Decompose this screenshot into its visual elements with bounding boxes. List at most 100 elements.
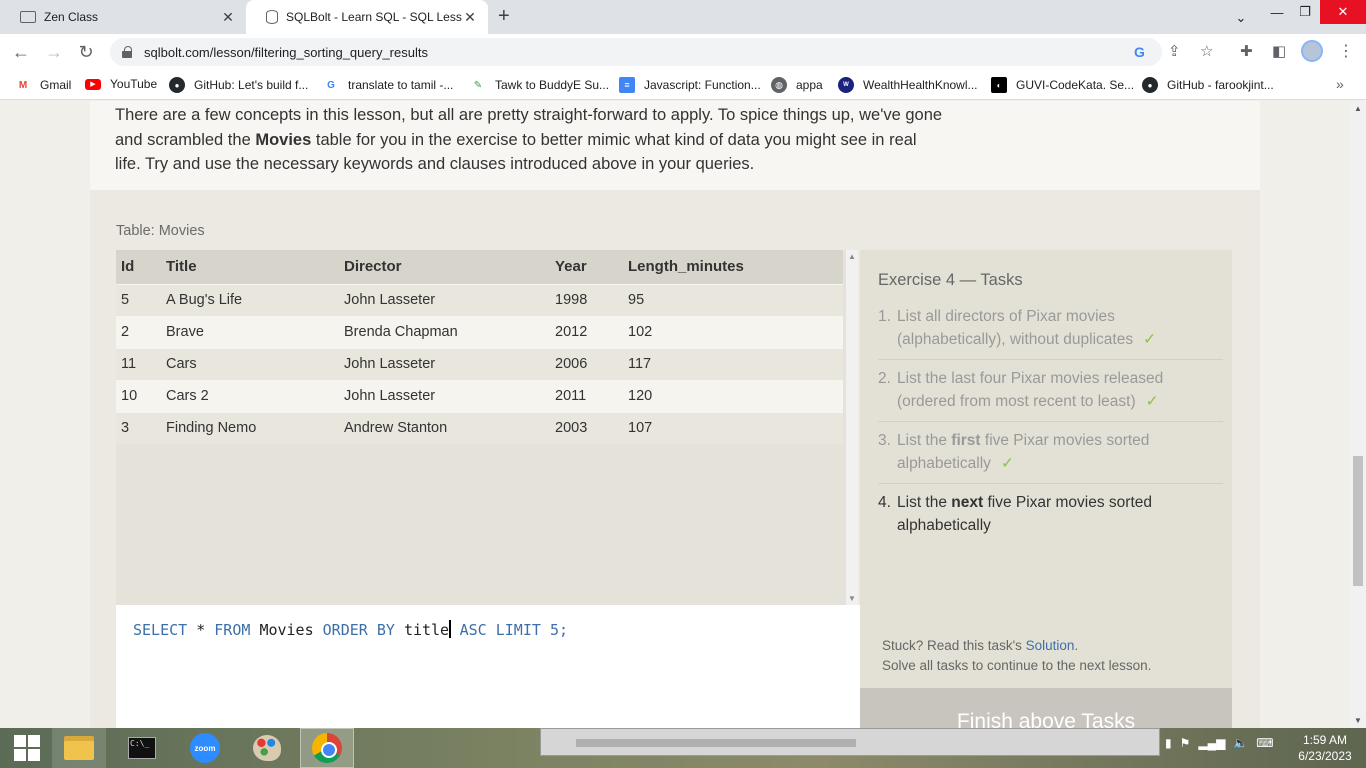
minimize-icon[interactable]: —	[1262, 0, 1292, 24]
bookmark-github-farook[interactable]: ● GitHub - farookjint...	[1142, 77, 1274, 93]
table-cell: 107	[623, 411, 843, 444]
windows-logo-icon	[14, 735, 40, 761]
paint-button[interactable]	[240, 728, 294, 768]
bookmark-github-build[interactable]: ● GitHub: Let's build f...	[169, 77, 308, 93]
bookmark-wealth[interactable]: W WealthHealthKnowl...	[838, 77, 978, 93]
taskbar-clock[interactable]: 1:59 AM 6/23/2023	[1285, 732, 1365, 764]
page-scrollbar[interactable]: ▲ ▼	[1350, 101, 1366, 728]
command-prompt-icon: C:\_	[128, 737, 156, 759]
more-menu-icon[interactable]: ⋮	[1338, 41, 1354, 61]
column-header: Director	[339, 250, 550, 284]
tab-title: Zen Class	[44, 10, 99, 24]
chrome-icon	[312, 733, 342, 763]
bookmark-label: Javascript: Function...	[644, 78, 761, 92]
tawk-icon: ✎	[473, 79, 483, 91]
bookmark-gmail[interactable]: M Gmail	[15, 77, 72, 93]
movies-emphasis: Movies	[255, 130, 312, 149]
back-icon[interactable]: ←	[9, 40, 33, 64]
new-tab-icon[interactable]: +	[498, 5, 510, 28]
table-cell: 3	[116, 411, 161, 444]
bookmark-javascript[interactable]: ≡ Javascript: Function...	[619, 77, 761, 93]
table-cell: 102	[623, 315, 843, 348]
zoom-button[interactable]: zoom	[178, 728, 232, 768]
bookmark-appa[interactable]: ◍ appa	[771, 77, 823, 93]
share-icon[interactable]: ⇪	[1168, 42, 1181, 60]
close-icon[interactable]: ✕	[220, 9, 236, 26]
extensions-icon[interactable]: ✚	[1240, 42, 1253, 60]
url-text[interactable]: sqlbolt.com/lesson/filtering_sorting_que…	[144, 45, 428, 60]
scroll-down-icon[interactable]: ▼	[1354, 716, 1362, 725]
task-item: 1. List all directors of Pixar movies (al…	[878, 306, 1223, 360]
volume-icon[interactable]: 🔈	[1233, 736, 1248, 750]
bookmark-star-icon[interactable]: ☆	[1200, 42, 1213, 60]
forward-icon[interactable]: →	[42, 40, 66, 64]
page-content: There are a few concepts in this lesson,…	[0, 101, 1350, 728]
file-explorer-button[interactable]	[52, 728, 106, 768]
bookmark-youtube[interactable]: ▶ YouTube	[85, 77, 157, 91]
table-label: Table: Movies	[116, 223, 205, 239]
task-item: 3. List the first five Pixar movies sorte…	[878, 430, 1223, 484]
close-icon[interactable]: ✕	[462, 9, 478, 26]
table-cell: Cars	[161, 347, 339, 380]
start-button[interactable]	[0, 728, 54, 768]
column-header: Year	[550, 250, 623, 284]
table-cell: 5	[116, 283, 161, 316]
sqlbolt-favicon	[266, 10, 278, 24]
google-translate-icon[interactable]: G	[1134, 44, 1145, 60]
bookmark-translate[interactable]: G translate to tamil -...	[323, 77, 453, 93]
clock-date: 6/23/2023	[1298, 749, 1352, 763]
network-icon[interactable]: ▂▄▆	[1198, 736, 1225, 750]
scrollbar-thumb[interactable]	[1353, 456, 1363, 586]
bookmark-label: GitHub: Let's build f...	[194, 78, 309, 92]
github-icon: ●	[169, 77, 185, 93]
flag-icon[interactable]: ⚑	[1180, 736, 1191, 750]
reload-icon[interactable]: ↻	[74, 40, 98, 64]
bookmarks-bar: M Gmail ▶ YouTube ● GitHub: Let's build …	[0, 70, 1366, 100]
table-cell: Brave	[161, 315, 339, 348]
column-header: Length_minutes	[623, 250, 843, 284]
bookmark-tawk[interactable]: ✎ Tawk to BuddyE Su...	[470, 77, 609, 93]
battery-icon[interactable]: ▮	[1165, 736, 1172, 750]
lesson-intro: There are a few concepts in this lesson,…	[115, 106, 943, 173]
scroll-up-icon[interactable]: ▲	[848, 252, 856, 261]
table-cell: 2011	[550, 379, 623, 412]
command-prompt-button[interactable]: C:\_	[115, 728, 169, 768]
window-close-icon[interactable]: ✕	[1320, 0, 1366, 24]
keyboard-icon[interactable]: ⌨	[1256, 736, 1273, 750]
column-header: Id	[116, 250, 161, 284]
solution-link[interactable]: Solution	[1026, 638, 1075, 653]
lock-icon[interactable]	[122, 46, 134, 58]
sql-query-text[interactable]: SELECT * FROM Movies ORDER BY title ASC …	[133, 620, 568, 639]
zoom-icon: zoom	[190, 733, 220, 763]
bookmark-label: GUVI-CodeKata. Se...	[1016, 78, 1135, 92]
profile-avatar[interactable]	[1301, 40, 1323, 62]
tab-sqlbolt[interactable]: SQLBolt - Learn SQL - SQL Lesson ✕	[246, 0, 488, 34]
restore-icon[interactable]: ❐	[1290, 0, 1320, 24]
scroll-down-icon[interactable]: ▼	[848, 594, 856, 603]
scroll-up-icon[interactable]: ▲	[1354, 104, 1362, 113]
bookmark-label: Tawk to BuddyE Su...	[495, 78, 610, 92]
window-preview-overlay	[540, 728, 1160, 756]
tab-search-icon[interactable]: ⌄	[1226, 6, 1256, 30]
chrome-button[interactable]	[300, 728, 354, 768]
table-cell: 2	[116, 315, 161, 348]
results-scrollbar[interactable]: ▲ ▼	[846, 250, 858, 605]
google-icon: G	[327, 79, 335, 91]
address-bar[interactable]: sqlbolt.com/lesson/filtering_sorting_que…	[110, 38, 1162, 66]
movies-table: Id Title Director Year Length_minutes 5 …	[116, 250, 843, 444]
side-panel-icon[interactable]: ◧	[1272, 42, 1286, 60]
paint-palette-icon	[253, 735, 281, 761]
bookmark-label: YouTube	[110, 77, 158, 91]
globe-icon: ◍	[771, 77, 787, 93]
tab-title: SQLBolt - Learn SQL - SQL Lesson	[286, 10, 462, 24]
results-table-panel: Id Title Director Year Length_minutes 5 …	[116, 250, 858, 605]
sql-editor[interactable]: SELECT * FROM Movies ORDER BY title ASC …	[116, 605, 860, 728]
table-cell: 1998	[550, 283, 623, 316]
tab-zen-class[interactable]: Zen Class ✕	[0, 0, 246, 34]
table-cell: 95	[623, 283, 843, 316]
table-row: 3 Finding Nemo Andrew Stanton 2003 107	[116, 411, 843, 444]
table-cell: Andrew Stanton	[339, 411, 550, 444]
finish-tasks-button[interactable]: Finish above Tasks	[860, 688, 1232, 728]
more-bookmarks-icon[interactable]: »	[1336, 76, 1344, 92]
bookmark-guvi[interactable]: ◐ GUVI-CodeKata. Se...	[991, 77, 1134, 93]
